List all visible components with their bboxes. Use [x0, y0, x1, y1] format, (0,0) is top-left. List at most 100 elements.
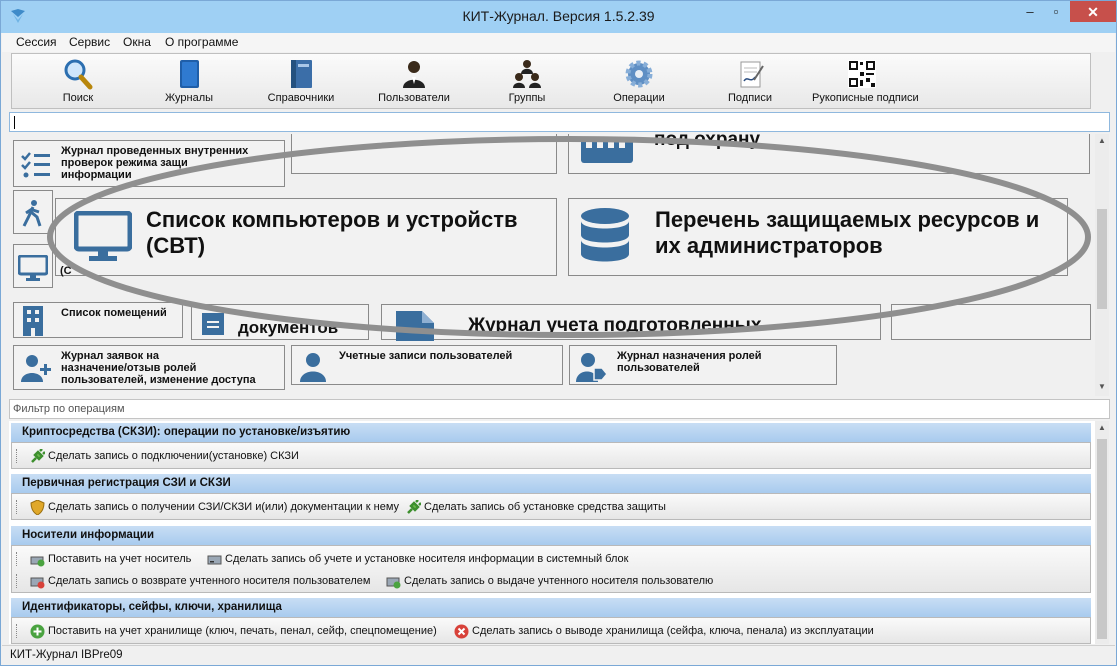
tile-prepared-journal[interactable]: Журнал учета подготовленных: [381, 304, 881, 341]
shield-icon: [30, 500, 45, 515]
toolbar-groups-button[interactable]: Группы: [482, 58, 572, 108]
tile-protected-resources[interactable]: Перечень защищаемых ресурсов и их админи…: [568, 198, 1068, 276]
operations-scrollbar[interactable]: ▲: [1095, 421, 1109, 644]
tile-role-journal[interactable]: Журнал назначения ролей пользователей: [569, 345, 837, 385]
tile-title-line2: назначение/отзыв ролей: [61, 362, 197, 374]
tile-title: Журнал учета подготовленных: [468, 315, 762, 336]
tile-computers[interactable]: Список компьютеров и устройств (СВТ): [55, 198, 557, 276]
text-caret: [14, 116, 15, 129]
monitor-icon: [74, 211, 132, 261]
scroll-thumb[interactable]: [1097, 209, 1107, 309]
toolbar-search-button[interactable]: Поиск: [33, 58, 123, 108]
tile-rooms[interactable]: Список помещений: [13, 302, 183, 338]
group-header-primary-registration[interactable]: Первичная регистрация СЗИ и СКЗИ: [11, 474, 1091, 493]
dashboard-tiles: Журнал проведенных внутренних проверок р…: [9, 134, 1095, 396]
toolbar-journals-button[interactable]: Журналы: [144, 58, 234, 108]
tile-title: Учетные записи пользователей: [339, 350, 513, 362]
title-bar: КИТ-Журнал. Версия 1.5.2.39 ‒ ▫ ✕: [1, 1, 1116, 33]
tile-title: под охрану: [654, 134, 761, 150]
group-header-media[interactable]: Носители информации: [11, 526, 1091, 545]
toolbar-handwritten-button[interactable]: Рукописные подписи: [812, 58, 919, 108]
tile-title-line2: пользователей: [617, 362, 700, 374]
user-tag-icon: [576, 353, 608, 382]
scroll-up-arrow[interactable]: ▲: [1095, 136, 1109, 145]
scroll-thumb[interactable]: [1097, 439, 1107, 639]
main-window: КИТ-Журнал. Версия 1.5.2.39 ‒ ▫ ✕ Сессия…: [0, 0, 1117, 666]
menu-session[interactable]: Сессия: [16, 35, 57, 49]
database-icon: [581, 208, 629, 262]
tile-title-line3: пользователей, изменение доступа: [61, 374, 256, 386]
grid-icon: [581, 137, 633, 163]
maximize-button[interactable]: ▫: [1043, 1, 1069, 23]
scroll-down-arrow[interactable]: ▼: [1095, 382, 1109, 391]
tile-title-line2: их администраторов: [655, 233, 883, 258]
drive-issue-icon: [386, 577, 401, 589]
signature-icon: [740, 61, 764, 88]
scroll-up-arrow[interactable]: ▲: [1095, 423, 1109, 432]
tile-cut-top-middle[interactable]: [291, 134, 557, 174]
add-user-icon: [21, 355, 51, 382]
tile-internal-checks[interactable]: Журнал проведенных внутренних проверок р…: [13, 140, 285, 187]
minimize-button[interactable]: ‒: [1017, 1, 1043, 23]
toolbar-grip: [16, 574, 18, 588]
group-header-storage[interactable]: Идентификаторы, сейфы, ключи, хранилища: [11, 598, 1091, 617]
drive-add-icon: [30, 556, 45, 567]
status-bar: КИТ-Журнал IBPre09: [2, 645, 1115, 665]
operations-filter-input[interactable]: Фильтр по операциям: [9, 399, 1110, 419]
toolbar-grip: [16, 500, 18, 514]
tile-walker[interactable]: Жу: [13, 190, 77, 234]
add-circle-icon: [30, 624, 45, 639]
document-list-icon: [202, 313, 224, 335]
tile-title-line1: Журнал назначения ролей: [617, 350, 762, 362]
toolbar-operations-button[interactable]: Операции: [594, 58, 684, 108]
user-icon: [300, 353, 326, 382]
walking-person-icon: [22, 200, 42, 227]
toolbar-label: Поиск: [62, 92, 94, 104]
tile-title-line1: Перечень защищаемых ресурсов и: [655, 207, 1040, 232]
drive-install-icon: [207, 555, 222, 565]
journals-icon: [180, 60, 199, 88]
plug-icon: [31, 449, 45, 463]
tile-title-line1: Журнал проведенных внутренних: [61, 145, 249, 157]
toolbar-label: Журналы: [164, 92, 214, 104]
search-icon: [64, 59, 93, 90]
address-input[interactable]: [9, 112, 1110, 132]
checklist-icon: [21, 152, 50, 178]
group-body: Поставить на учет хранилище (ключ, печат…: [11, 617, 1091, 644]
tile-title-line1: Список компьютеров и устройств: [146, 207, 518, 232]
toolbar-references-button[interactable]: Справочники: [256, 58, 346, 108]
tile-accounts[interactable]: Учетные записи пользователей: [291, 345, 563, 385]
toolbar-users-button[interactable]: Пользователи: [369, 58, 459, 108]
toolbar-label: Подписи: [728, 92, 772, 104]
tile-title-line3: информации: [61, 169, 132, 181]
toolbar-grip: [16, 449, 18, 463]
remove-circle-icon: [454, 624, 469, 639]
window-title: КИТ-Журнал. Версия 1.5.2.39: [462, 8, 655, 24]
toolbar-label: Группы: [508, 92, 546, 104]
tile-requests[interactable]: Журнал заявок на назначение/отзыв ролей …: [13, 345, 285, 390]
toolbar-signatures-button[interactable]: Подписи: [705, 58, 795, 108]
monitor-icon: [18, 255, 48, 281]
group-body: Сделать запись о подключении(установке) …: [11, 442, 1091, 469]
tile-documents[interactable]: документов: [191, 304, 369, 340]
group-icon: [513, 60, 541, 88]
toolbar-label: Операции: [613, 92, 665, 104]
drive-return-icon: [30, 577, 45, 589]
tile-title-line2: (СВТ): [146, 233, 206, 258]
menu-windows[interactable]: Окна: [123, 35, 151, 49]
tiles-scrollbar[interactable]: ▲ ▼: [1095, 134, 1109, 396]
tile-title-line1: Журнал заявок на: [61, 350, 159, 362]
toolbar-label: Пользователи: [378, 92, 450, 104]
reference-books-icon: [291, 60, 312, 88]
tile-monitor-small[interactable]: (С: [13, 244, 72, 288]
document-icon: [396, 311, 434, 341]
tile-title: (С: [60, 265, 72, 277]
tile-title-line2: проверок режима защи: [61, 157, 188, 169]
tile-under-guard[interactable]: под охрану: [568, 134, 1090, 174]
menu-service[interactable]: Сервис: [69, 35, 110, 49]
tile-cut-right[interactable]: [891, 304, 1091, 340]
menu-about[interactable]: О программе: [165, 35, 238, 49]
close-button[interactable]: ✕: [1070, 1, 1116, 22]
group-header-crypto[interactable]: Криптосредства (СКЗИ): операции по устан…: [11, 423, 1091, 442]
user-icon: [403, 61, 425, 88]
